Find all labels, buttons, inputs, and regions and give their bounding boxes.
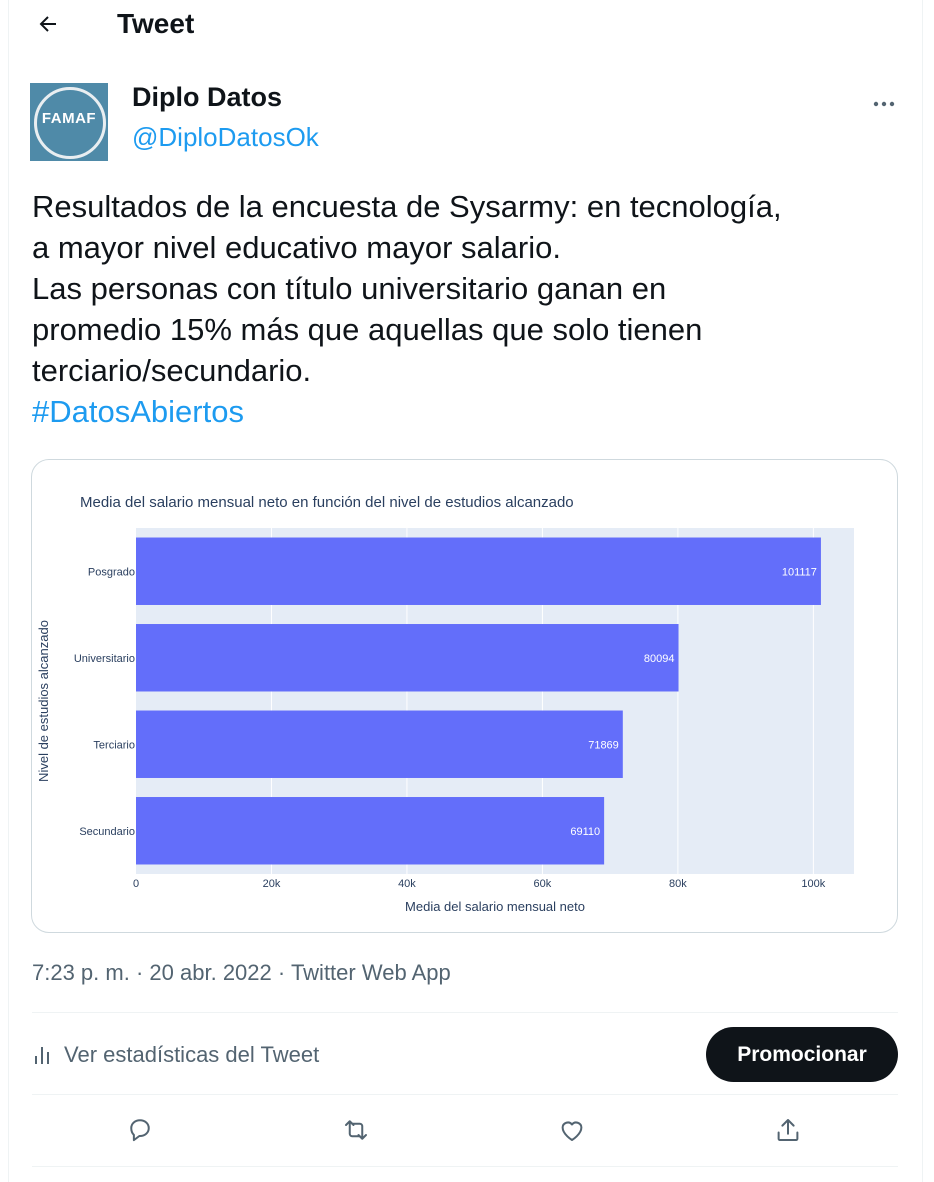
chart-bar (136, 537, 821, 605)
view-stats-label: Ver estadísticas del Tweet (64, 1042, 320, 1067)
bar-data-label: 69110 (570, 826, 600, 838)
avatar-logo-text: FAMAF (41, 110, 97, 127)
tweet-text-line: terciario/secundario. (32, 353, 312, 388)
bar-chart: Media del salario mensual neto en funció… (36, 494, 854, 914)
column-border-right (922, 0, 923, 1182)
retweet-button[interactable] (334, 1110, 378, 1154)
share-icon (773, 1115, 803, 1150)
hashtag-link[interactable]: #DatosAbiertos (32, 391, 912, 432)
chart-bar (136, 710, 623, 778)
divider (32, 1012, 898, 1013)
tweet-meta: 7:23 p. m. · 20 abr. 2022 · Twitter Web … (32, 960, 451, 986)
more-options-button[interactable] (868, 88, 900, 120)
meta-separator: · (135, 960, 144, 985)
x-tick-label: 60k (534, 878, 552, 890)
tweet-text-line: a mayor nivel educativo mayor salario. (32, 230, 561, 265)
author-handle[interactable]: @DiploDatosOk (132, 122, 319, 153)
reply-button[interactable] (118, 1110, 162, 1154)
heart-icon (557, 1115, 587, 1150)
x-tick-label: 0 (133, 878, 139, 890)
tweet-source[interactable]: Twitter Web App (291, 960, 451, 985)
like-button[interactable] (550, 1110, 594, 1154)
x-tick-label: 80k (669, 878, 687, 890)
meta-separator: · (277, 960, 286, 985)
page-title: Tweet (117, 8, 195, 39)
avatar[interactable]: FAMAF (30, 83, 108, 161)
author-display-name[interactable]: Diplo Datos (132, 82, 282, 113)
tweet-text-line: Las personas con título universitario ga… (32, 271, 667, 306)
share-button[interactable] (766, 1110, 810, 1154)
tweet-text-line: Resultados de la encuesta de Sysarmy: en… (32, 189, 782, 224)
chart-bar (136, 624, 679, 692)
x-tick-label: 40k (398, 878, 416, 890)
x-axis-title: Media del salario mensual neto (405, 899, 585, 914)
divider (32, 1094, 898, 1095)
x-tick-label: 100k (801, 878, 825, 890)
y-tick-label: Secundario (79, 826, 135, 838)
tweet-text-line: promedio 15% más que aquellas que solo t… (32, 312, 703, 347)
y-tick-label: Universitario (74, 653, 135, 665)
bar-data-label: 71869 (588, 739, 619, 751)
bar-data-label: 80094 (644, 653, 675, 665)
x-tick-label: 20k (263, 878, 281, 890)
chart-bar (136, 797, 605, 865)
reply-icon (125, 1115, 155, 1150)
tweet-media-image[interactable]: Media del salario mensual neto en funció… (31, 459, 898, 933)
retweet-icon (341, 1115, 371, 1150)
header: Tweet (0, 0, 922, 52)
back-button[interactable] (28, 6, 68, 46)
y-axis-title: Nivel de estudios alcanzado (36, 620, 51, 782)
bar-chart-icon (32, 1044, 54, 1066)
divider (32, 1166, 898, 1167)
tweet-date[interactable]: 20 abr. 2022 (149, 960, 271, 985)
more-dots-icon (872, 95, 896, 113)
column-border-left (8, 0, 9, 1182)
tweet-text: Resultados de la encuesta de Sysarmy: en… (32, 186, 912, 432)
promote-button[interactable]: Promocionar (706, 1027, 898, 1082)
chart-title: Media del salario mensual neto en funció… (80, 494, 574, 511)
y-tick-label: Posgrado (88, 566, 135, 578)
y-tick-label: Terciario (93, 739, 135, 751)
tweet-time[interactable]: 7:23 p. m. (32, 960, 130, 985)
bar-data-label: 101117 (782, 566, 817, 578)
view-stats-link[interactable]: Ver estadísticas del Tweet (32, 1040, 319, 1070)
arrow-left-icon (36, 12, 60, 41)
